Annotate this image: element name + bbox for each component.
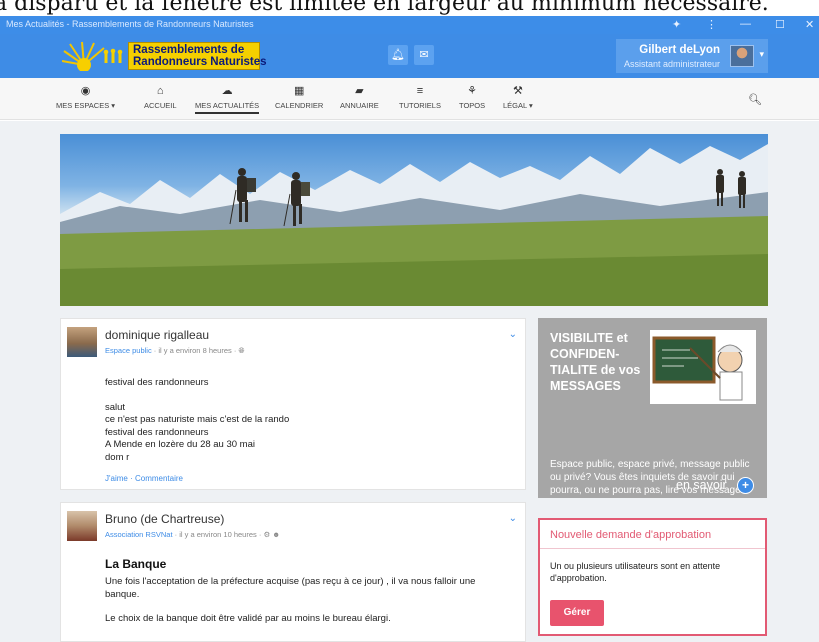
post-line: ce n'est pas naturiste mais c'est de la … bbox=[105, 414, 290, 425]
nav-item-accueil[interactable]: ⌂ ACCUEIL bbox=[144, 84, 177, 110]
nav-label: MES ACTUALITÉS bbox=[195, 101, 260, 114]
nav-label: TOPOS bbox=[459, 101, 486, 110]
minimize-button[interactable]: — bbox=[740, 18, 751, 30]
logo-line2: Randonneurs Naturistes bbox=[133, 56, 267, 68]
nav-item-annuaire[interactable]: ▰ ANNUAIRE bbox=[340, 84, 379, 110]
promo-title: VISIBILITE et CONFIDEN-TIALITE de vos ME… bbox=[550, 331, 641, 393]
post-title: La Banque bbox=[105, 557, 167, 571]
nav-item-mes-espaces[interactable]: ◉ MES ESPACES ▾ bbox=[56, 84, 115, 110]
user-name: Gilbert deLyon bbox=[639, 44, 720, 56]
post-space-link[interactable]: Espace public bbox=[105, 346, 152, 355]
map-icon: ⚘ bbox=[467, 85, 477, 97]
window-titlebar: Mes Actualités - Rassemblements de Rando… bbox=[0, 16, 819, 34]
post-author[interactable]: dominique rigalleau bbox=[105, 328, 209, 342]
extension-icon[interactable]: ✦ bbox=[672, 18, 681, 31]
post-line bbox=[105, 390, 289, 402]
nav-item-mes-actualites[interactable]: ☁ MES ACTUALITÉS bbox=[195, 84, 260, 114]
site-header: Rassemblements de Randonneurs Naturistes… bbox=[0, 34, 819, 78]
nav-label: CALENDRIER bbox=[275, 101, 324, 110]
post-line: festival des randonneurs bbox=[105, 377, 209, 388]
learn-more-link[interactable]: en savoir bbox=[676, 478, 727, 492]
post-author[interactable]: Bruno (de Chartreuse) bbox=[105, 512, 224, 526]
divider bbox=[540, 548, 765, 549]
home-icon: ⌂ bbox=[156, 85, 164, 97]
approval-title: Nouvelle demande d'approbation bbox=[550, 529, 712, 541]
site-logo[interactable]: Rassemblements de Randonneurs Naturistes bbox=[62, 41, 267, 71]
target-icon: ◉ bbox=[80, 85, 91, 97]
globe-icon: 🌐︎ bbox=[238, 346, 245, 355]
avatar bbox=[730, 45, 754, 67]
plus-icon[interactable]: + bbox=[737, 477, 754, 494]
nav-item-calendrier[interactable]: ▦ CALENDRIER bbox=[275, 84, 323, 110]
like-comment-links[interactable]: J'aime · Commentaire bbox=[105, 474, 183, 483]
post-line: festival des randonneurs bbox=[105, 426, 209, 438]
avatar[interactable] bbox=[67, 327, 97, 357]
nav-item-legal[interactable]: ⚒ LÉGAL ▾ bbox=[503, 84, 533, 110]
caption-text: a disparu et la fenêtre est limitée en l… bbox=[0, 0, 769, 16]
post-line: Une fois l'acceptation de la préfecture … bbox=[105, 576, 476, 587]
post-card: dominique rigalleau Espace public · il y… bbox=[60, 318, 526, 490]
post-body: Une fois l'acceptation de la préfecture … bbox=[105, 576, 475, 626]
logo-text-box: Rassemblements de Randonneurs Naturistes bbox=[128, 42, 267, 70]
chevron-down-icon[interactable]: ⌄ bbox=[509, 329, 517, 340]
post-body: festival des randonneurs salut ce n'est … bbox=[105, 377, 289, 464]
post-space-link[interactable]: Association RSVNat bbox=[105, 530, 173, 539]
post-meta: Espace public · il y a environ 8 heures … bbox=[105, 346, 244, 356]
gavel-icon: ⚒ bbox=[512, 85, 523, 97]
window-title: Mes Actualités - Rassemblements de Rando… bbox=[6, 19, 254, 29]
close-button[interactable]: ✕ bbox=[805, 18, 814, 31]
promo-text: Espace public, espace privé, message pub… bbox=[550, 459, 750, 496]
main-nav: ◉ MES ESPACES ▾ ⌂ ACCUEIL ☁ MES ACTUALIT… bbox=[0, 78, 819, 120]
messages-button[interactable]: ✉ bbox=[414, 45, 434, 65]
avatar[interactable] bbox=[67, 511, 97, 541]
post-line bbox=[105, 601, 475, 613]
maximize-button[interactable]: ☐ bbox=[775, 18, 785, 31]
menu-icon[interactable]: ⋮ bbox=[706, 18, 717, 31]
sun-hikers-icon bbox=[62, 41, 123, 71]
user-menu[interactable]: Gilbert deLyon Assistant administrateur … bbox=[616, 39, 768, 73]
logo-line1: Rassemblements de bbox=[133, 44, 245, 56]
post-time: · il y a environ 10 heures · bbox=[174, 530, 262, 539]
post-line: A Mende en lozère du 28 au 30 mai bbox=[105, 439, 255, 450]
chevron-down-icon[interactable]: ⌄ bbox=[509, 513, 517, 524]
post-line: dom r bbox=[105, 451, 130, 463]
nav-item-topos[interactable]: ⚘ TOPOS bbox=[459, 84, 485, 110]
post-line: salut bbox=[105, 401, 126, 413]
news-icon: ☁ bbox=[221, 85, 233, 97]
nav-label: TUTORIELS bbox=[399, 101, 441, 110]
post-time: · il y a environ 8 heures · bbox=[153, 346, 237, 355]
teacher-illustration bbox=[650, 330, 756, 404]
bell-icon: 🔔︎ bbox=[391, 49, 405, 61]
book-icon: ▰ bbox=[355, 85, 364, 97]
mail-icon: ✉ bbox=[419, 49, 429, 61]
post-line: Le choix de la banque doit être validé p… bbox=[105, 613, 391, 624]
list-icon: ≡ bbox=[416, 85, 424, 97]
nav-label: MES ESPACES ▾ bbox=[56, 101, 116, 110]
post-card: Bruno (de Chartreuse) Association RSVNat… bbox=[60, 502, 526, 642]
chevron-down-icon: ▾ bbox=[759, 49, 764, 59]
visibility-info-panel[interactable]: VISIBILITE et CONFIDEN-TIALITE de vos ME… bbox=[538, 318, 767, 498]
settings-icon: ⚙ bbox=[263, 530, 271, 539]
approval-request-card: Nouvelle demande d'approbation Un ou plu… bbox=[538, 518, 767, 636]
post-meta: Association RSVNat · il y a environ 10 h… bbox=[105, 530, 280, 539]
notifications-button[interactable]: 🔔︎ bbox=[388, 45, 408, 65]
nav-label: LÉGAL ▾ bbox=[503, 101, 533, 110]
hikers-banner-image bbox=[60, 134, 768, 306]
manage-button[interactable]: Gérer bbox=[550, 600, 604, 626]
nav-item-tutoriels[interactable]: ≡ TUTORIELS bbox=[399, 84, 441, 110]
calendar-icon: ▦ bbox=[293, 85, 305, 97]
search-icon[interactable]: 🔍︎ bbox=[748, 93, 762, 106]
caption-strip: a disparu et la fenêtre est limitée en l… bbox=[0, 0, 819, 16]
post-line: banque. bbox=[105, 588, 140, 600]
group-icon: ☻ bbox=[272, 530, 281, 539]
nav-label: ACCUEIL bbox=[144, 101, 177, 110]
approval-body: Un ou plusieurs utilisateurs sont en att… bbox=[550, 561, 721, 583]
nav-label: ANNUAIRE bbox=[340, 101, 379, 110]
user-role: Assistant administrateur bbox=[623, 59, 720, 69]
